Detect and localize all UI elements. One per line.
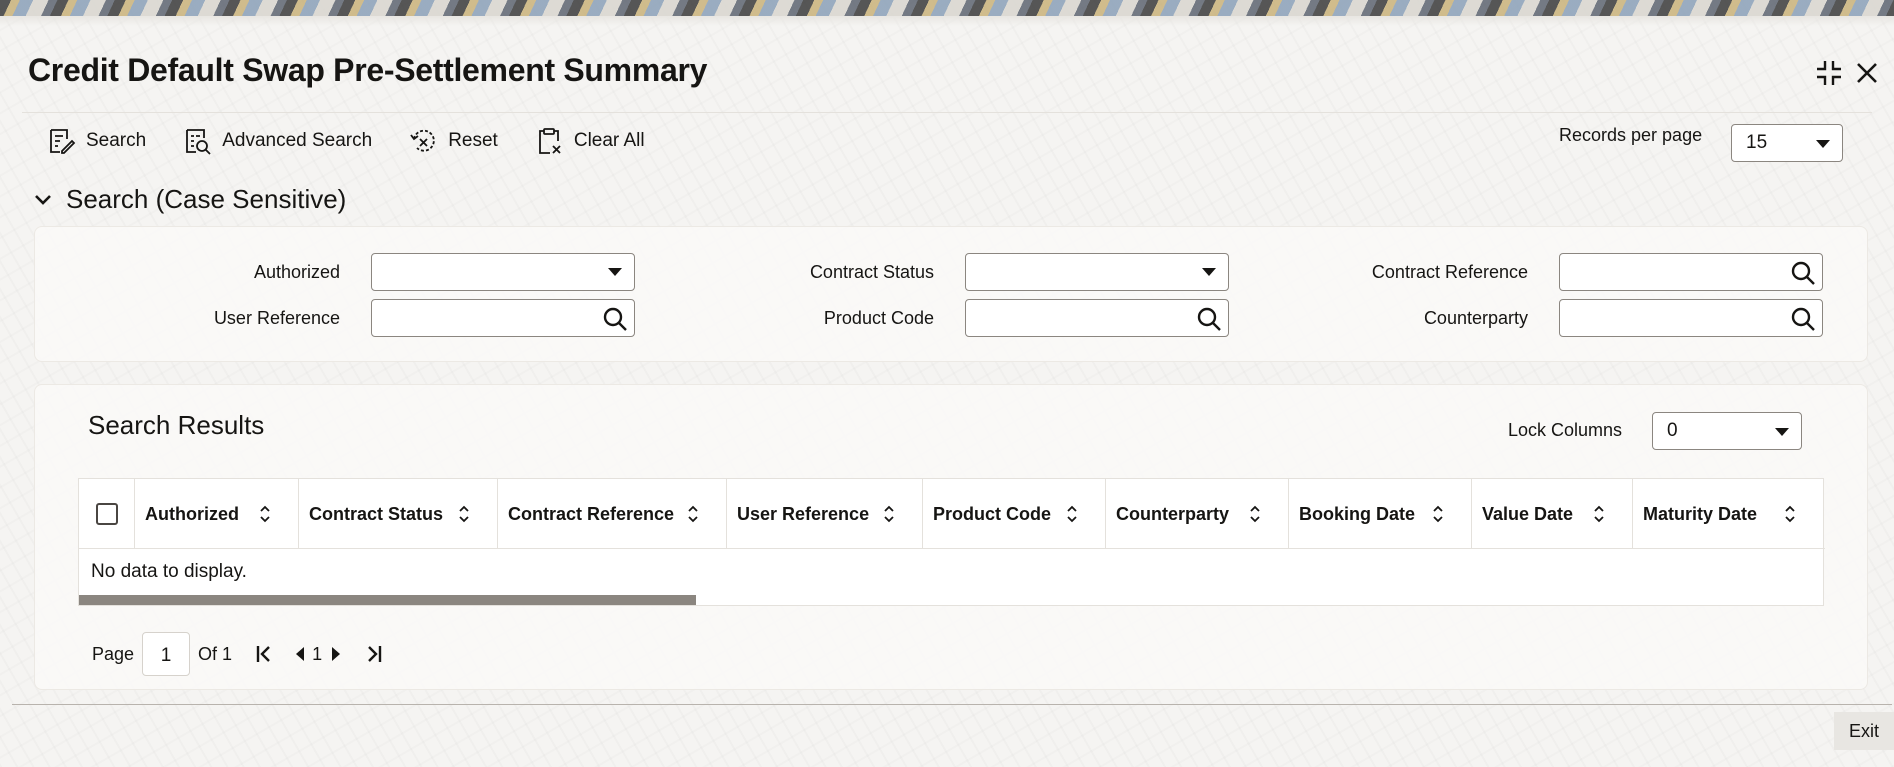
footer-divider — [12, 704, 1892, 705]
column-header-label: Authorized — [145, 503, 239, 524]
contract-status-label: Contract Status — [809, 262, 934, 282]
column-header-user-reference[interactable]: User Reference — [727, 479, 923, 549]
contract-reference-input[interactable] — [1559, 253, 1823, 291]
contract-reference-label: Contract Reference — [1371, 262, 1528, 282]
search-doc-icon — [50, 129, 76, 154]
reset-button[interactable]: Reset — [408, 126, 498, 156]
column-header-booking-date[interactable]: Booking Date — [1289, 479, 1472, 549]
records-per-page-value: 15 — [1746, 132, 1768, 153]
search-icon[interactable] — [1196, 306, 1222, 332]
column-header-counterparty[interactable]: Counterparty — [1106, 479, 1289, 549]
product-code-input[interactable] — [965, 299, 1229, 337]
exit-button-label: Exit — [1848, 720, 1879, 741]
advanced-search-icon — [186, 129, 211, 155]
last-page-icon[interactable] — [364, 644, 384, 664]
column-header-label: Counterparty — [1116, 503, 1230, 524]
column-header-contract-status[interactable]: Contract Status — [299, 479, 498, 549]
close-icon[interactable] — [1850, 56, 1884, 90]
counterparty-label: Counterparty — [1423, 308, 1528, 328]
search-results-title: Search Results — [88, 410, 265, 440]
column-header-label: Contract Status — [309, 503, 444, 524]
sort-icon[interactable] — [458, 504, 470, 524]
column-header-product-code[interactable]: Product Code — [923, 479, 1106, 549]
search-criteria-panel — [34, 226, 1868, 362]
horizontal-scrollbar[interactable] — [79, 595, 696, 605]
sort-icon[interactable] — [1066, 504, 1078, 524]
user-reference-label: User Reference — [213, 308, 340, 328]
top-banner-fade — [0, 16, 1894, 26]
lock-columns-value: 0 — [1667, 420, 1678, 441]
authorized-label: Authorized — [253, 262, 340, 282]
clear-all-button[interactable]: Clear All — [534, 126, 645, 156]
search-icon[interactable] — [1790, 306, 1816, 332]
reset-icon — [410, 129, 435, 152]
chevron-down-icon — [608, 268, 622, 276]
page-number-value: 1 — [160, 645, 172, 666]
records-per-page-select[interactable]: 15 — [1731, 124, 1843, 162]
toolbar: Search Advanced Search Reset Clear All — [46, 124, 681, 158]
current-page-indicator: 1 — [312, 643, 323, 664]
advanced-search-button[interactable]: Advanced Search — [182, 126, 372, 156]
results-table: Authorized Contract Status Contract Refe… — [78, 478, 1825, 606]
page-count-label: Of 1 — [198, 643, 233, 664]
top-banner-pattern — [0, 0, 1894, 16]
sort-icon[interactable] — [1593, 504, 1605, 524]
product-code-label: Product Code — [823, 308, 934, 328]
chevron-down-icon — [1202, 268, 1216, 276]
column-header-label: Maturity Date — [1643, 503, 1758, 524]
page-number-input[interactable]: 1 — [142, 632, 191, 676]
column-header-label: Contract Reference — [508, 503, 675, 524]
column-header-authorized[interactable]: Authorized — [135, 479, 299, 549]
clear-clipboard-icon — [538, 128, 561, 154]
exit-button[interactable]: Exit — [1834, 712, 1894, 750]
search-button-label: Search — [86, 130, 147, 151]
user-reference-input[interactable] — [371, 299, 635, 337]
empty-table-message: No data to display. — [91, 561, 247, 582]
clear-all-button-label: Clear All — [573, 130, 645, 151]
sort-icon[interactable] — [1249, 504, 1261, 524]
sort-icon[interactable] — [1784, 504, 1796, 524]
next-page-icon[interactable] — [330, 646, 342, 662]
table-header: Authorized Contract Status Contract Refe… — [79, 479, 1825, 549]
pagination: Page 1 Of 1 1 — [92, 632, 384, 676]
column-header-maturity-date[interactable]: Maturity Date — [1633, 479, 1823, 549]
column-header-value-date[interactable]: Value Date — [1472, 479, 1633, 549]
column-header-contract-reference[interactable]: Contract Reference — [498, 479, 727, 549]
records-per-page-label: Records per page — [1559, 125, 1703, 145]
first-page-icon[interactable] — [254, 644, 274, 664]
sort-icon[interactable] — [687, 504, 699, 524]
reset-button-label: Reset — [448, 130, 498, 151]
sort-icon[interactable] — [883, 504, 895, 524]
select-all-cell — [79, 479, 135, 549]
search-section-title: Search (Case Sensitive) — [66, 184, 347, 214]
page-label: Page — [92, 643, 135, 664]
sort-icon[interactable] — [259, 504, 271, 524]
contract-status-select[interactable] — [965, 253, 1229, 291]
shrink-icon[interactable] — [1812, 56, 1846, 90]
chevron-down-icon — [1775, 428, 1789, 436]
column-header-label: Booking Date — [1299, 503, 1416, 524]
search-icon[interactable] — [602, 306, 628, 332]
column-header-label: Value Date — [1482, 503, 1574, 524]
lock-columns-label: Lock Columns — [1508, 420, 1623, 440]
lock-columns-select[interactable]: 0 — [1652, 412, 1802, 450]
column-header-label: Product Code — [933, 503, 1052, 524]
column-header-label: User Reference — [737, 503, 870, 524]
advanced-search-button-label: Advanced Search — [222, 130, 373, 151]
sort-icon[interactable] — [1432, 504, 1444, 524]
authorized-select[interactable] — [371, 253, 635, 291]
search-section-toggle[interactable]: Search (Case Sensitive) — [34, 184, 346, 215]
chevron-down-icon — [35, 194, 51, 205]
page-title: Credit Default Swap Pre-Settlement Summa… — [28, 52, 708, 88]
select-all-checkbox[interactable] — [95, 503, 118, 525]
previous-page-icon[interactable] — [294, 646, 306, 662]
search-button[interactable]: Search — [46, 126, 146, 156]
counterparty-input[interactable] — [1559, 299, 1823, 337]
search-icon[interactable] — [1790, 260, 1816, 286]
chevron-down-icon — [1816, 140, 1830, 148]
header-divider — [22, 112, 1872, 113]
